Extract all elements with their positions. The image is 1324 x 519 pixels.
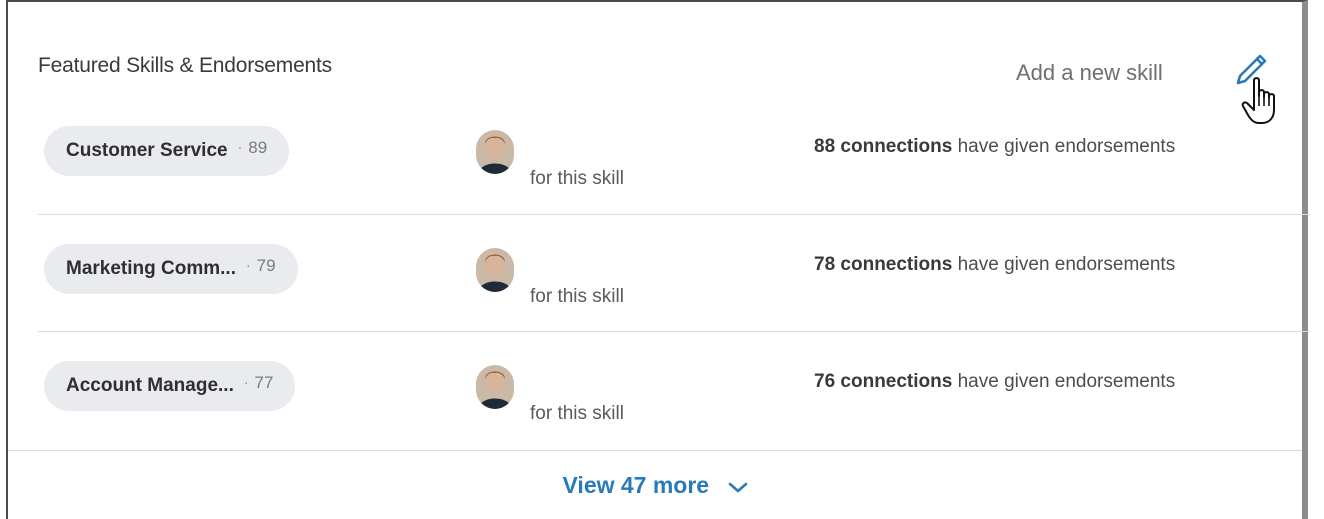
section-title: Featured Skills & Endorsements [38, 54, 332, 77]
skills-endorsements-card: Featured Skills & Endorsements Add a new… [6, 0, 1310, 519]
skill-pill[interactable]: Marketing Comm... · 79 [44, 244, 298, 294]
avatar[interactable] [476, 130, 514, 174]
for-skill-label: for this skill [530, 403, 624, 424]
endorsement-count: 77 [254, 373, 274, 392]
view-more-button[interactable]: View 47 more [8, 472, 1302, 499]
connections-count[interactable]: 76 connections [814, 371, 952, 392]
endorsement-suffix: have given endorsements [952, 136, 1176, 157]
avatar[interactable] [476, 365, 514, 409]
skill-name: Account Manage... [66, 375, 234, 396]
separator-dot: · [243, 374, 249, 390]
pointer-hand-cursor-icon [1241, 77, 1275, 124]
endorsement-suffix: have given endorsements [952, 371, 1176, 392]
skill-row: Customer Service · 89 for this skill 88 … [38, 124, 1306, 242]
footer-divider [8, 450, 1302, 451]
skill-pill[interactable]: Account Manage... · 77 [44, 361, 296, 411]
endorsement-summary[interactable]: 88 connections have given endorsements [814, 136, 1175, 158]
endorsement-summary[interactable]: 76 connections have given endorsements [814, 371, 1175, 393]
skill-row: Account Manage... · 77 for this skill 76… [38, 359, 1306, 477]
row-divider [38, 331, 1310, 332]
row-divider [38, 214, 1310, 215]
for-skill-label: for this skill [530, 168, 624, 189]
chevron-down-icon[interactable] [728, 480, 748, 494]
for-skill-label: for this skill [530, 286, 624, 307]
endorsement-count: 79 [256, 256, 276, 275]
skill-row: Marketing Comm... · 79 for this skill 78… [38, 242, 1306, 360]
separator-dot: · [245, 257, 251, 273]
connections-count[interactable]: 78 connections [814, 254, 952, 275]
add-skill-button[interactable]: Add a new skill [1016, 60, 1163, 86]
skill-name: Customer Service [66, 140, 228, 161]
connections-count[interactable]: 88 connections [814, 136, 952, 157]
view-more-label[interactable]: View 47 more [563, 472, 710, 498]
endorsement-count: 89 [248, 138, 268, 157]
avatar[interactable] [476, 248, 514, 292]
endorsement-summary[interactable]: 78 connections have given endorsements [814, 254, 1175, 276]
skill-pill[interactable]: Customer Service · 89 [44, 126, 290, 176]
skill-name: Marketing Comm... [66, 258, 236, 279]
endorsement-suffix: have given endorsements [952, 254, 1176, 275]
separator-dot: · [237, 139, 243, 155]
